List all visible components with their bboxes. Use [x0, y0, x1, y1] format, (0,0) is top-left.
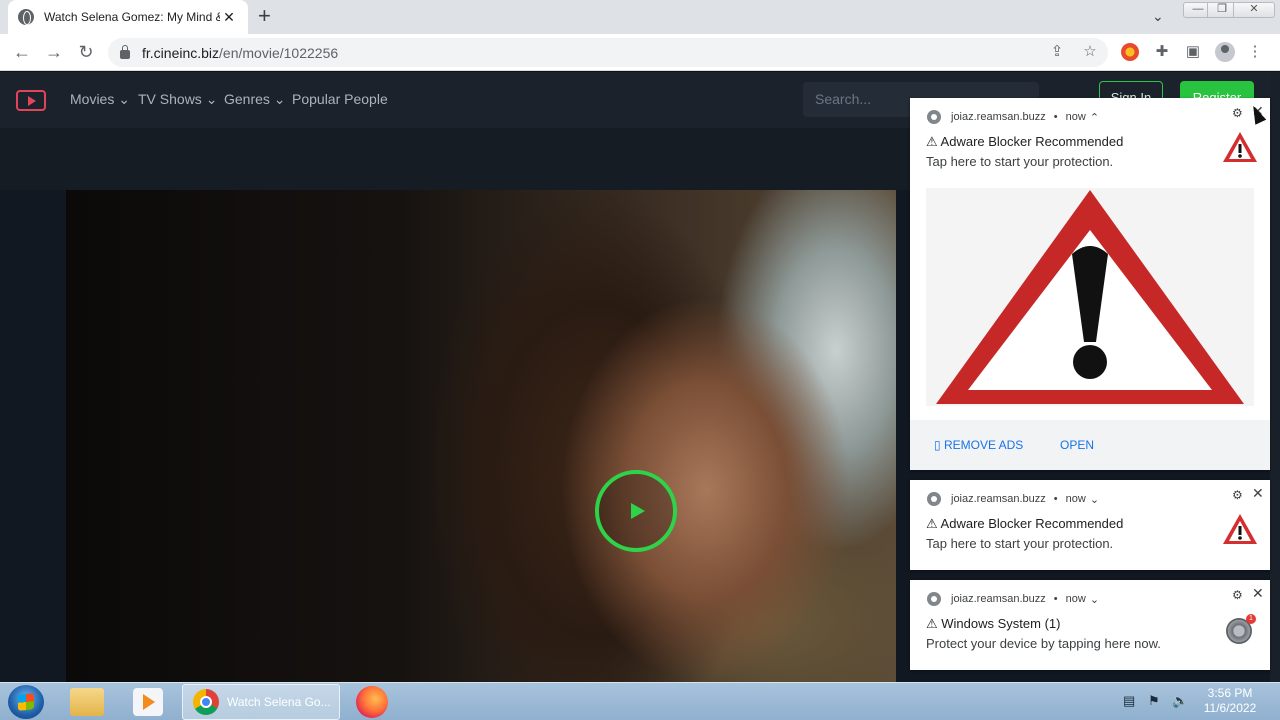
notification-actions: ▯ REMOVE ADS OPEN: [910, 420, 1270, 470]
browser-tab-bar: Watch Selena Gomez: My Mind & ✕ + ⌄ — ❐ …: [0, 0, 1280, 34]
window-close-button[interactable]: ✕: [1233, 2, 1275, 18]
collapse-chevron-icon[interactable]: ⌃: [1090, 111, 1099, 124]
firefox-icon[interactable]: [356, 686, 388, 718]
chrome-icon: [193, 689, 219, 715]
nav-movies[interactable]: Movies ⌄: [70, 91, 130, 108]
media-player-icon[interactable]: [133, 688, 163, 716]
notification-body: Tap here to start your protection.: [926, 536, 1114, 551]
taskbar-chrome-window[interactable]: Watch Selena Go...: [182, 684, 340, 720]
tab-close-button[interactable]: ✕: [220, 9, 238, 26]
play-button-icon[interactable]: [595, 470, 677, 552]
system-clock[interactable]: 3:56 PM 11/6/2022: [1198, 686, 1262, 716]
notification-expanded[interactable]: joiaz.reamsan.buzz • now ⌃ ⚙ ✕ ⚠ Adware …: [910, 98, 1270, 470]
remove-ads-button[interactable]: ▯ REMOVE ADS: [934, 438, 1023, 452]
warning-triangle-icon: [1223, 132, 1257, 162]
side-panel-icon[interactable]: ▣: [1182, 41, 1204, 63]
clock-date: 11/6/2022: [1203, 701, 1257, 715]
close-icon[interactable]: ✕: [1252, 585, 1264, 602]
notification-body: Protect your device by tapping here now.: [926, 636, 1161, 651]
notification-title: ⚠ Windows System (1): [926, 616, 1061, 631]
notification-title: ⚠ Adware Blocker Recommended: [926, 516, 1124, 531]
warning-triangle-icon: [936, 190, 1244, 404]
tab-search-icon[interactable]: ⌄: [1152, 8, 1164, 25]
notification-badge: 1: [1246, 614, 1256, 624]
chrome-icon: [927, 110, 941, 124]
gear-icon[interactable]: ⚙: [1232, 106, 1243, 120]
explorer-folder-icon[interactable]: [70, 688, 104, 716]
notification-collapsed[interactable]: joiaz.reamsan.buzz • now ⌄ ⚙ ✕ ⚠ Adware …: [910, 480, 1270, 570]
browser-toolbar: ← → ↻ fr.cineinc.biz/en/movie/1022256 ⇪ …: [0, 34, 1280, 71]
url-domain: fr.cineinc.biz: [142, 44, 220, 61]
url-path: /en/movie/1022256: [219, 44, 339, 61]
taskbar: Watch Selena Go... ▤ ⚑ 🔈 3:56 PM 11/6/20…: [0, 682, 1280, 720]
gear-icon[interactable]: ⚙: [1232, 588, 1243, 602]
nav-genres[interactable]: Genres ⌄: [224, 91, 286, 108]
taskbar-window-title: Watch Selena Go...: [227, 695, 331, 709]
globe-icon: [18, 9, 34, 25]
site-logo-icon[interactable]: [16, 90, 46, 111]
gear-icon[interactable]: ⚙: [1232, 488, 1243, 502]
windows-system-icon: 1: [1226, 614, 1256, 644]
warning-triangle-icon: [1223, 514, 1257, 544]
lock-icon[interactable]: [120, 45, 130, 59]
nav-tv-shows[interactable]: TV Shows ⌄: [138, 91, 217, 108]
volume-icon[interactable]: 🔈: [1172, 693, 1188, 709]
clock-time: 3:56 PM: [1207, 686, 1253, 700]
notification-title: ⚠ Adware Blocker Recommended: [926, 134, 1124, 149]
expand-chevron-icon[interactable]: ⌄: [1090, 593, 1099, 606]
chrome-icon: [927, 492, 941, 506]
start-button[interactable]: [8, 685, 44, 719]
video-player[interactable]: [66, 190, 896, 682]
profile-avatar-icon[interactable]: [1215, 42, 1235, 62]
forward-arrow-icon[interactable]: →: [42, 41, 66, 65]
page-scrollbar[interactable]: [1270, 72, 1280, 682]
back-arrow-icon[interactable]: ←: [10, 41, 34, 65]
notification-source: joiaz.reamsan.buzz • now ⌃: [927, 110, 1099, 124]
close-icon[interactable]: ✕: [1252, 485, 1264, 502]
notification-source: joiaz.reamsan.buzz • now ⌄: [927, 592, 1099, 606]
extensions-puzzle-icon[interactable]: ✚: [1151, 41, 1173, 63]
menu-kebab-icon[interactable]: ⋮: [1244, 41, 1266, 63]
notification-image: [926, 188, 1254, 406]
action-center-flag-icon[interactable]: ⚑: [1148, 693, 1160, 709]
chrome-icon: [927, 592, 941, 606]
address-bar[interactable]: fr.cineinc.biz/en/movie/1022256: [108, 38, 1108, 67]
bookmark-star-icon[interactable]: ☆: [1079, 41, 1101, 63]
tab-title: Watch Selena Gomez: My Mind &: [44, 10, 220, 24]
notification-collapsed[interactable]: joiaz.reamsan.buzz • now ⌄ ⚙ ✕ ⚠ Windows…: [910, 580, 1270, 670]
reload-icon[interactable]: ↻: [74, 41, 98, 65]
nav-popular-people[interactable]: Popular People: [292, 91, 388, 107]
open-button[interactable]: OPEN: [1060, 438, 1094, 452]
notification-source: joiaz.reamsan.buzz • now ⌄: [927, 492, 1099, 506]
network-icon[interactable]: ▤: [1123, 693, 1135, 709]
notification-body: Tap here to start your protection.: [926, 154, 1114, 169]
share-icon[interactable]: ⇪: [1046, 41, 1068, 63]
browser-tab[interactable]: Watch Selena Gomez: My Mind & ✕: [8, 0, 248, 34]
extension-icon[interactable]: [1121, 43, 1139, 61]
new-tab-button[interactable]: +: [258, 5, 271, 27]
expand-chevron-icon[interactable]: ⌄: [1090, 493, 1099, 506]
